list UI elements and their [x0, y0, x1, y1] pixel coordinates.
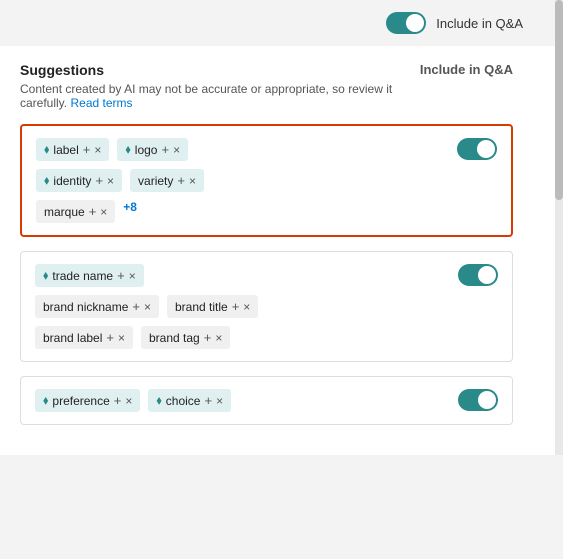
tag-brand-title-plus[interactable]: +: [232, 299, 240, 314]
tag-identity: ⬧ identity + ×: [36, 169, 122, 192]
tag-variety: variety + ×: [130, 169, 204, 192]
card3-toggle[interactable]: [458, 389, 498, 414]
tag-brand-label-plus[interactable]: +: [106, 330, 114, 345]
suggestions-header: Suggestions Content created by AI may no…: [20, 62, 513, 110]
tag-preference-x[interactable]: ×: [125, 394, 132, 408]
tag-variety-x[interactable]: ×: [189, 174, 196, 188]
tag-marque-x[interactable]: ×: [100, 205, 107, 219]
tag-identity-plus[interactable]: +: [95, 173, 103, 188]
tag-brand-tag-x[interactable]: ×: [215, 331, 222, 345]
diamond-icon: ⬧: [44, 142, 49, 157]
tag-logo: ⬧ logo + ×: [117, 138, 188, 161]
scrollbar-track: [555, 0, 563, 455]
tag-brand-nickname: brand nickname + ×: [35, 295, 159, 318]
card2-row3: brand label + × brand tag + ×: [35, 326, 498, 349]
tag-brand-nickname-plus[interactable]: +: [132, 299, 140, 314]
card2-row1: ⬧ trade name + ×: [35, 264, 498, 287]
tag-brand-label: brand label + ×: [35, 326, 133, 349]
diamond-icon-6: ⬧: [156, 393, 161, 408]
tag-brand-nickname-x[interactable]: ×: [144, 300, 151, 314]
more-badge[interactable]: +8: [123, 200, 137, 223]
card1-row2: ⬧ identity + × variety + ×: [36, 169, 497, 192]
tag-trade-name-x[interactable]: ×: [129, 269, 136, 283]
tag-brand-tag: brand tag + ×: [141, 326, 230, 349]
card2-toggle-switch[interactable]: [458, 264, 498, 286]
tag-choice: ⬧ choice + ×: [148, 389, 231, 412]
tag-preference: ⬧ preference + ×: [35, 389, 140, 412]
tag-trade-name: ⬧ trade name + ×: [35, 264, 144, 287]
suggestion-card-1: ⬧ label + × ⬧ logo + × ⬧ identity +: [20, 124, 513, 237]
suggestion-card-3: ⬧ preference + × ⬧ choice + ×: [20, 376, 513, 425]
card3-row1: ⬧ preference + × ⬧ choice + ×: [35, 389, 498, 412]
top-toggle-label: Include in Q&A: [436, 16, 523, 31]
card1-row3: marque + × +8: [36, 200, 497, 223]
tag-brand-label-x[interactable]: ×: [118, 331, 125, 345]
diamond-icon-5: ⬧: [43, 393, 48, 408]
card3-toggle-switch[interactable]: [458, 389, 498, 411]
tag-choice-plus[interactable]: +: [204, 393, 212, 408]
column-header: Include in Q&A: [420, 62, 513, 77]
card2-toggle[interactable]: [458, 264, 498, 289]
tag-trade-name-plus[interactable]: +: [117, 268, 125, 283]
suggestion-card-2: ⬧ trade name + × brand nickname + × bran…: [20, 251, 513, 362]
tag-preference-plus[interactable]: +: [114, 393, 122, 408]
suggestions-left: Suggestions Content created by AI may no…: [20, 62, 420, 110]
tag-label-x[interactable]: ×: [94, 143, 101, 157]
card2-row2: brand nickname + × brand title + ×: [35, 295, 498, 318]
card1-row1: ⬧ label + × ⬧ logo + ×: [36, 138, 497, 161]
tag-label-plus[interactable]: +: [83, 142, 91, 157]
tag-label: ⬧ label + ×: [36, 138, 109, 161]
tag-logo-x[interactable]: ×: [173, 143, 180, 157]
suggestions-description: Content created by AI may not be accurat…: [20, 82, 420, 110]
tag-identity-x[interactable]: ×: [107, 174, 114, 188]
read-terms-link[interactable]: Read terms: [70, 96, 132, 110]
tag-variety-plus[interactable]: +: [177, 173, 185, 188]
top-bar: Include in Q&A: [0, 0, 563, 46]
main-container: Suggestions Content created by AI may no…: [0, 46, 533, 455]
tag-brand-title: brand title + ×: [167, 295, 258, 318]
tag-marque: marque + ×: [36, 200, 115, 223]
card1-toggle[interactable]: [457, 138, 497, 163]
tag-brand-title-x[interactable]: ×: [243, 300, 250, 314]
card1-toggle-switch[interactable]: [457, 138, 497, 160]
diamond-icon-2: ⬧: [125, 142, 130, 157]
tag-marque-plus[interactable]: +: [89, 204, 97, 219]
tag-brand-tag-plus[interactable]: +: [204, 330, 212, 345]
suggestions-title: Suggestions: [20, 62, 420, 78]
tag-choice-x[interactable]: ×: [216, 394, 223, 408]
tag-logo-plus[interactable]: +: [161, 142, 169, 157]
diamond-icon-3: ⬧: [44, 173, 49, 188]
diamond-icon-4: ⬧: [43, 268, 48, 283]
top-toggle[interactable]: [386, 12, 426, 34]
scrollbar-thumb[interactable]: [555, 0, 563, 200]
